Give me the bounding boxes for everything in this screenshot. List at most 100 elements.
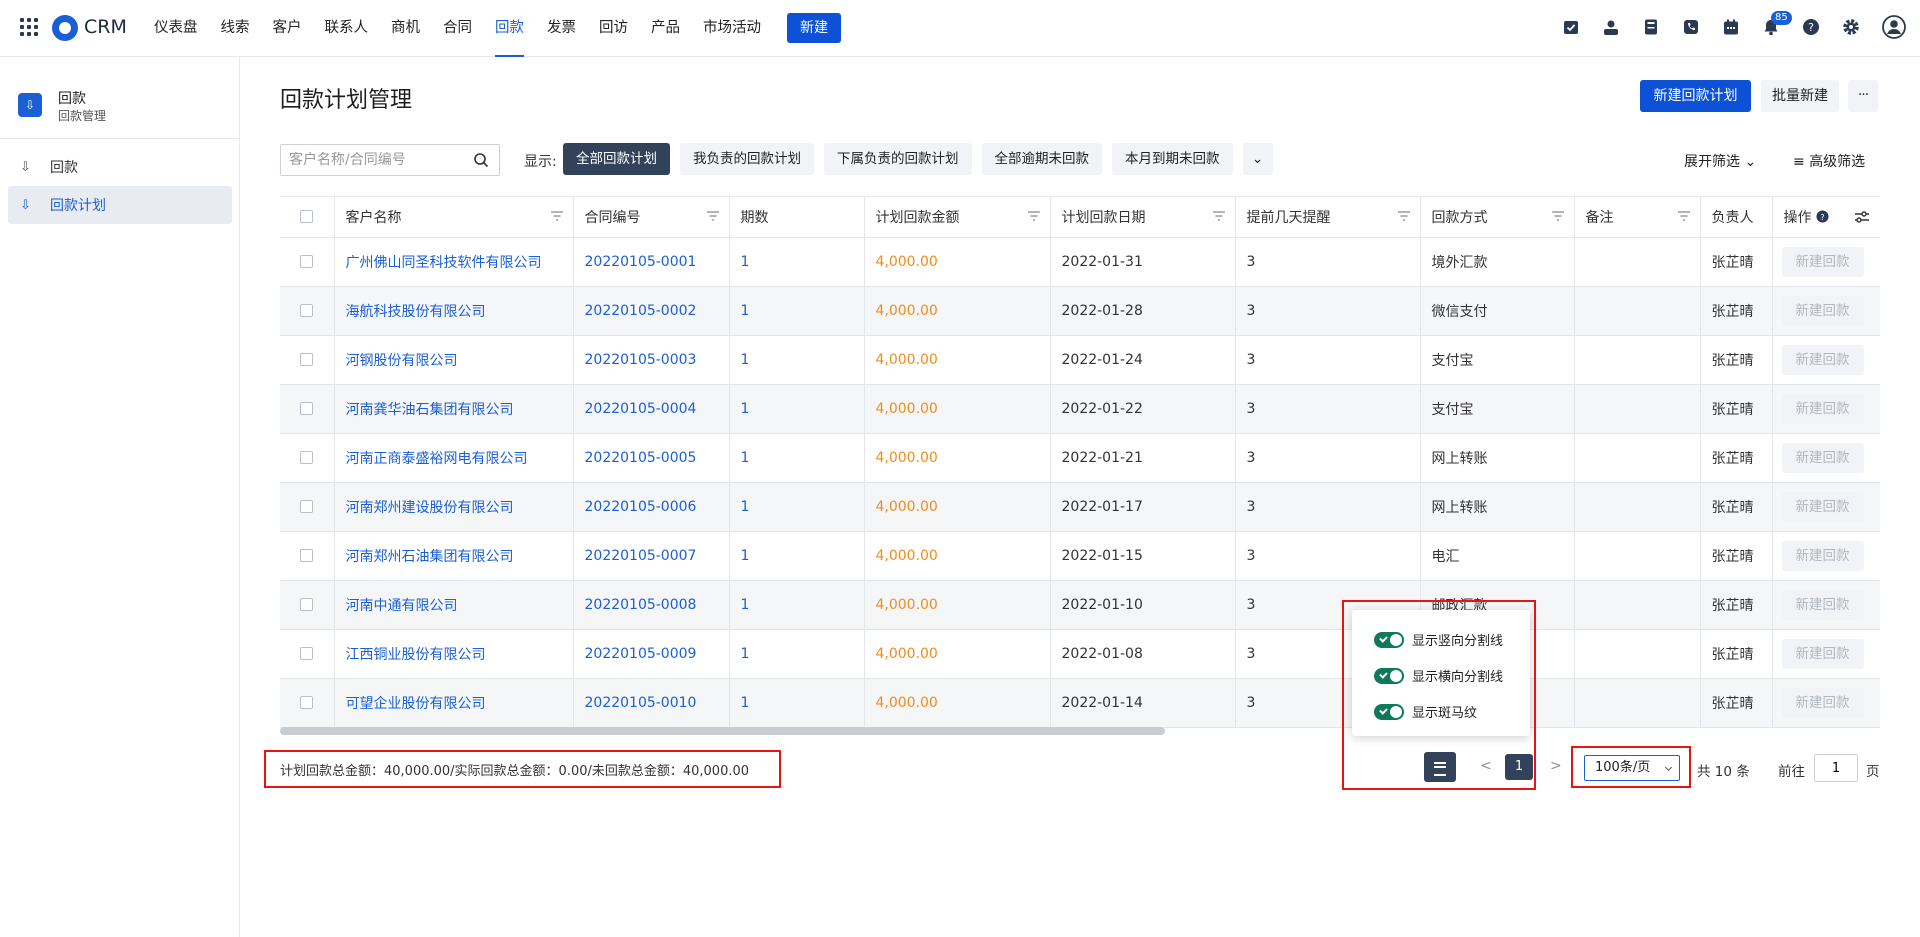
- contract-number-link[interactable]: 20220105-0001: [573, 237, 730, 287]
- new-payment-button[interactable]: 新建回款: [1781, 589, 1864, 620]
- nav-customers[interactable]: 客户: [273, 0, 302, 57]
- period-link[interactable]: 1: [729, 237, 865, 287]
- calendar-icon[interactable]: [1722, 18, 1740, 36]
- contact-card-icon[interactable]: [1602, 18, 1620, 36]
- new-payment-plan-button[interactable]: 新建回款计划: [1640, 80, 1751, 112]
- column-filter-icon[interactable]: [1551, 211, 1564, 221]
- goto-page-input[interactable]: [1814, 754, 1858, 782]
- contract-number-link[interactable]: 20220105-0010: [573, 678, 730, 728]
- customer-name-link[interactable]: 河南龚华油石集团有限公司: [334, 384, 574, 434]
- period-link[interactable]: 1: [729, 629, 865, 679]
- user-avatar-icon[interactable]: [1882, 15, 1906, 39]
- customer-name-link[interactable]: 广州佛山同圣科技软件有限公司: [334, 237, 574, 287]
- search-icon[interactable]: [473, 152, 489, 168]
- customer-name-link[interactable]: 可望企业股份有限公司: [334, 678, 574, 728]
- advanced-filter-button[interactable]: ≡ 高级筛选: [1793, 151, 1865, 171]
- table-settings-icon[interactable]: [1854, 210, 1870, 224]
- search-input[interactable]: [281, 145, 461, 175]
- column-filter-icon[interactable]: [706, 211, 719, 221]
- task-icon[interactable]: [1562, 18, 1580, 36]
- nav-invoices[interactable]: 发票: [547, 0, 576, 57]
- column-filter-icon[interactable]: [1212, 211, 1225, 221]
- row-checkbox[interactable]: [300, 549, 314, 562]
- column-header[interactable]: 期数: [729, 197, 865, 238]
- nav-products[interactable]: 产品: [651, 0, 680, 57]
- column-header[interactable]: 合同编号: [573, 197, 730, 238]
- row-checkbox[interactable]: [300, 500, 314, 513]
- nav-contacts[interactable]: 联系人: [325, 0, 369, 57]
- contract-number-link[interactable]: 20220105-0009: [573, 629, 730, 679]
- chip-overdue[interactable]: 全部逾期未回款: [981, 143, 1102, 175]
- period-link[interactable]: 1: [729, 531, 865, 581]
- horizontal-scrollbar[interactable]: [280, 727, 1165, 735]
- new-payment-button[interactable]: 新建回款: [1781, 442, 1864, 473]
- more-actions-button[interactable]: ···: [1848, 80, 1878, 112]
- nav-leads[interactable]: 线索: [221, 0, 250, 57]
- period-link[interactable]: 1: [729, 433, 865, 483]
- contract-number-link[interactable]: 20220105-0005: [573, 433, 730, 483]
- column-filter-icon[interactable]: [1677, 211, 1690, 221]
- nav-opportunities[interactable]: 商机: [391, 0, 420, 57]
- contract-number-link[interactable]: 20220105-0008: [573, 580, 730, 630]
- new-payment-button[interactable]: 新建回款: [1781, 638, 1864, 669]
- new-payment-button[interactable]: 新建回款: [1781, 393, 1864, 424]
- bell-icon[interactable]: 85: [1762, 11, 1792, 36]
- gear-icon[interactable]: [1842, 18, 1860, 36]
- select-all-checkbox[interactable]: [300, 210, 314, 224]
- new-payment-button[interactable]: 新建回款: [1781, 687, 1864, 718]
- contract-number-link[interactable]: 20220105-0003: [573, 335, 730, 385]
- global-new-button[interactable]: 新建: [787, 13, 841, 43]
- row-checkbox[interactable]: [300, 402, 314, 415]
- customer-name-link[interactable]: 河南中通有限公司: [334, 580, 574, 630]
- chip-due-this-month[interactable]: 本月到期未回款: [1112, 143, 1233, 175]
- nav-marketing[interactable]: 市场活动: [703, 0, 761, 57]
- period-link[interactable]: 1: [729, 678, 865, 728]
- customer-name-link[interactable]: 江西铜业股份有限公司: [334, 629, 574, 679]
- period-link[interactable]: 1: [729, 580, 865, 630]
- chip-subordinate-plans[interactable]: 下属负责的回款计划: [824, 143, 972, 175]
- help-icon[interactable]: ?: [1816, 210, 1829, 223]
- row-checkbox[interactable]: [300, 647, 314, 660]
- column-header[interactable]: 回款方式: [1420, 197, 1575, 238]
- customer-name-link[interactable]: 海航科技股份有限公司: [334, 286, 574, 336]
- new-payment-button[interactable]: 新建回款: [1781, 540, 1864, 571]
- customer-name-link[interactable]: 河南郑州石油集团有限公司: [334, 531, 574, 581]
- nav-payments[interactable]: 回款: [495, 0, 524, 57]
- row-checkbox[interactable]: [300, 255, 314, 268]
- row-checkbox[interactable]: [300, 451, 314, 464]
- column-header[interactable]: 客户名称: [334, 197, 574, 238]
- column-filter-icon[interactable]: [1027, 211, 1040, 221]
- phone-icon[interactable]: [1682, 18, 1700, 36]
- period-link[interactable]: 1: [729, 384, 865, 434]
- new-payment-button[interactable]: 新建回款: [1781, 246, 1864, 277]
- period-link[interactable]: 1: [729, 286, 865, 336]
- contract-number-link[interactable]: 20220105-0004: [573, 384, 730, 434]
- expand-filter-button[interactable]: 展开筛选 ⌄: [1684, 151, 1756, 171]
- contract-number-link[interactable]: 20220105-0007: [573, 531, 730, 581]
- contract-number-link[interactable]: 20220105-0006: [573, 482, 730, 532]
- app-grid-icon[interactable]: [20, 18, 38, 36]
- column-header[interactable]: 计划回款金额: [864, 197, 1051, 238]
- row-checkbox[interactable]: [300, 353, 314, 366]
- batch-new-button[interactable]: 批量新建: [1761, 80, 1839, 112]
- sidebar-item-payment-plans[interactable]: ⇩ 回款计划: [8, 186, 232, 224]
- period-link[interactable]: 1: [729, 482, 865, 532]
- customer-name-link[interactable]: 河钢股份有限公司: [334, 335, 574, 385]
- new-payment-button[interactable]: 新建回款: [1781, 295, 1864, 326]
- help-icon[interactable]: ?: [1802, 18, 1820, 36]
- nav-contracts[interactable]: 合同: [443, 0, 472, 57]
- more-filters-chevron-icon[interactable]: ⌄: [1242, 143, 1273, 175]
- column-header[interactable]: 提前几天提醒: [1235, 197, 1421, 238]
- customer-name-link[interactable]: 河南正商泰盛裕网电有限公司: [334, 433, 574, 483]
- contract-number-link[interactable]: 20220105-0002: [573, 286, 730, 336]
- row-checkbox[interactable]: [300, 304, 314, 317]
- next-page-button[interactable]: >: [1550, 758, 1562, 774]
- row-checkbox[interactable]: [300, 598, 314, 611]
- column-header[interactable]: 负责人: [1700, 197, 1773, 238]
- period-link[interactable]: 1: [729, 335, 865, 385]
- row-checkbox[interactable]: [300, 696, 314, 709]
- calculator-icon[interactable]: [1642, 18, 1660, 36]
- column-filter-icon[interactable]: [550, 211, 563, 221]
- customer-name-link[interactable]: 河南郑州建设股份有限公司: [334, 482, 574, 532]
- new-payment-button[interactable]: 新建回款: [1781, 344, 1864, 375]
